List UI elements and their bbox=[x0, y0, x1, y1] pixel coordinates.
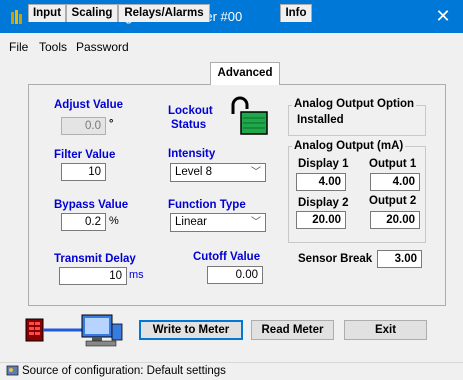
transmit-delay-unit: ms bbox=[129, 269, 144, 281]
tab-scaling[interactable]: Scaling bbox=[66, 4, 118, 22]
lockout-status-label-line2: Status bbox=[171, 119, 207, 131]
menu-bar bbox=[0, 35, 463, 57]
close-button[interactable]: ✕ bbox=[423, 0, 463, 33]
bypass-value-unit: % bbox=[109, 215, 119, 227]
intensity-selected: Level 8 bbox=[175, 166, 213, 178]
filter-value-label: Filter Value bbox=[54, 149, 116, 161]
bypass-value-label: Bypass Value bbox=[54, 199, 129, 211]
output2-label: Output 2 bbox=[369, 195, 417, 207]
function-type-label: Function Type bbox=[168, 199, 246, 211]
adjust-value-label: Adjust Value bbox=[54, 99, 124, 111]
chevron-down-icon: ﹀ bbox=[251, 217, 261, 228]
status-info-icon bbox=[6, 365, 19, 376]
display1-field[interactable]: 4.00 bbox=[296, 173, 346, 191]
menu-tools[interactable]: Tools bbox=[39, 40, 67, 54]
analog-option-value: Installed bbox=[297, 114, 344, 126]
output1-field[interactable]: 4.00 bbox=[370, 173, 420, 191]
sensor-break-label: Sensor Break bbox=[298, 253, 373, 265]
function-type-select[interactable]: Linear ﹀ bbox=[170, 213, 266, 232]
cutoff-value-field[interactable]: 0.00 bbox=[207, 266, 263, 284]
bypass-value-field[interactable]: 0.2 bbox=[61, 213, 106, 231]
tab-input[interactable]: Input bbox=[28, 4, 66, 22]
transmit-delay-field[interactable]: 10 bbox=[59, 267, 127, 285]
sensor-break-field[interactable]: 3.00 bbox=[377, 250, 422, 268]
chevron-down-icon: ﹀ bbox=[251, 167, 261, 178]
output2-field[interactable]: 20.00 bbox=[370, 211, 420, 229]
tab-advanced[interactable]: Advanced bbox=[210, 62, 280, 85]
display2-field[interactable]: 20.00 bbox=[296, 211, 346, 229]
adjust-value-field: 0.0 bbox=[61, 117, 106, 135]
lockout-status-label-line1: Lockout bbox=[168, 105, 213, 117]
display2-label: Display 2 bbox=[298, 197, 349, 209]
write-to-meter-button[interactable]: Write to Meter bbox=[139, 320, 243, 340]
intensity-label: Intensity bbox=[168, 148, 216, 160]
cutoff-value-label: Cutoff Value bbox=[193, 251, 261, 263]
adjust-value-unit: ° bbox=[109, 118, 114, 130]
read-meter-button[interactable]: Read Meter bbox=[251, 320, 334, 340]
tab-info[interactable]: Info bbox=[280, 4, 312, 22]
tab-relays-alarms[interactable]: Relays/Alarms bbox=[118, 4, 210, 22]
filter-value-field[interactable]: 10 bbox=[61, 163, 106, 181]
output1-label: Output 1 bbox=[369, 158, 417, 170]
menu-password[interactable]: Password bbox=[76, 40, 129, 54]
analog-option-title: Analog Output Option bbox=[292, 98, 417, 110]
function-type-selected: Linear bbox=[175, 216, 207, 228]
app-icon bbox=[11, 10, 22, 24]
intensity-select[interactable]: Level 8 ﹀ bbox=[170, 163, 266, 182]
menu-file[interactable]: File bbox=[9, 40, 28, 54]
unlocked-padlock-icon[interactable] bbox=[227, 94, 269, 136]
exit-button[interactable]: Exit bbox=[344, 320, 427, 340]
display1-label: Display 1 bbox=[298, 158, 349, 170]
analog-output-title: Analog Output (mA) bbox=[292, 140, 406, 152]
transmit-delay-label: Transmit Delay bbox=[54, 253, 136, 265]
meter-pc-connection-icon bbox=[25, 314, 123, 347]
status-text: Source of configuration: Default setting… bbox=[22, 365, 226, 377]
